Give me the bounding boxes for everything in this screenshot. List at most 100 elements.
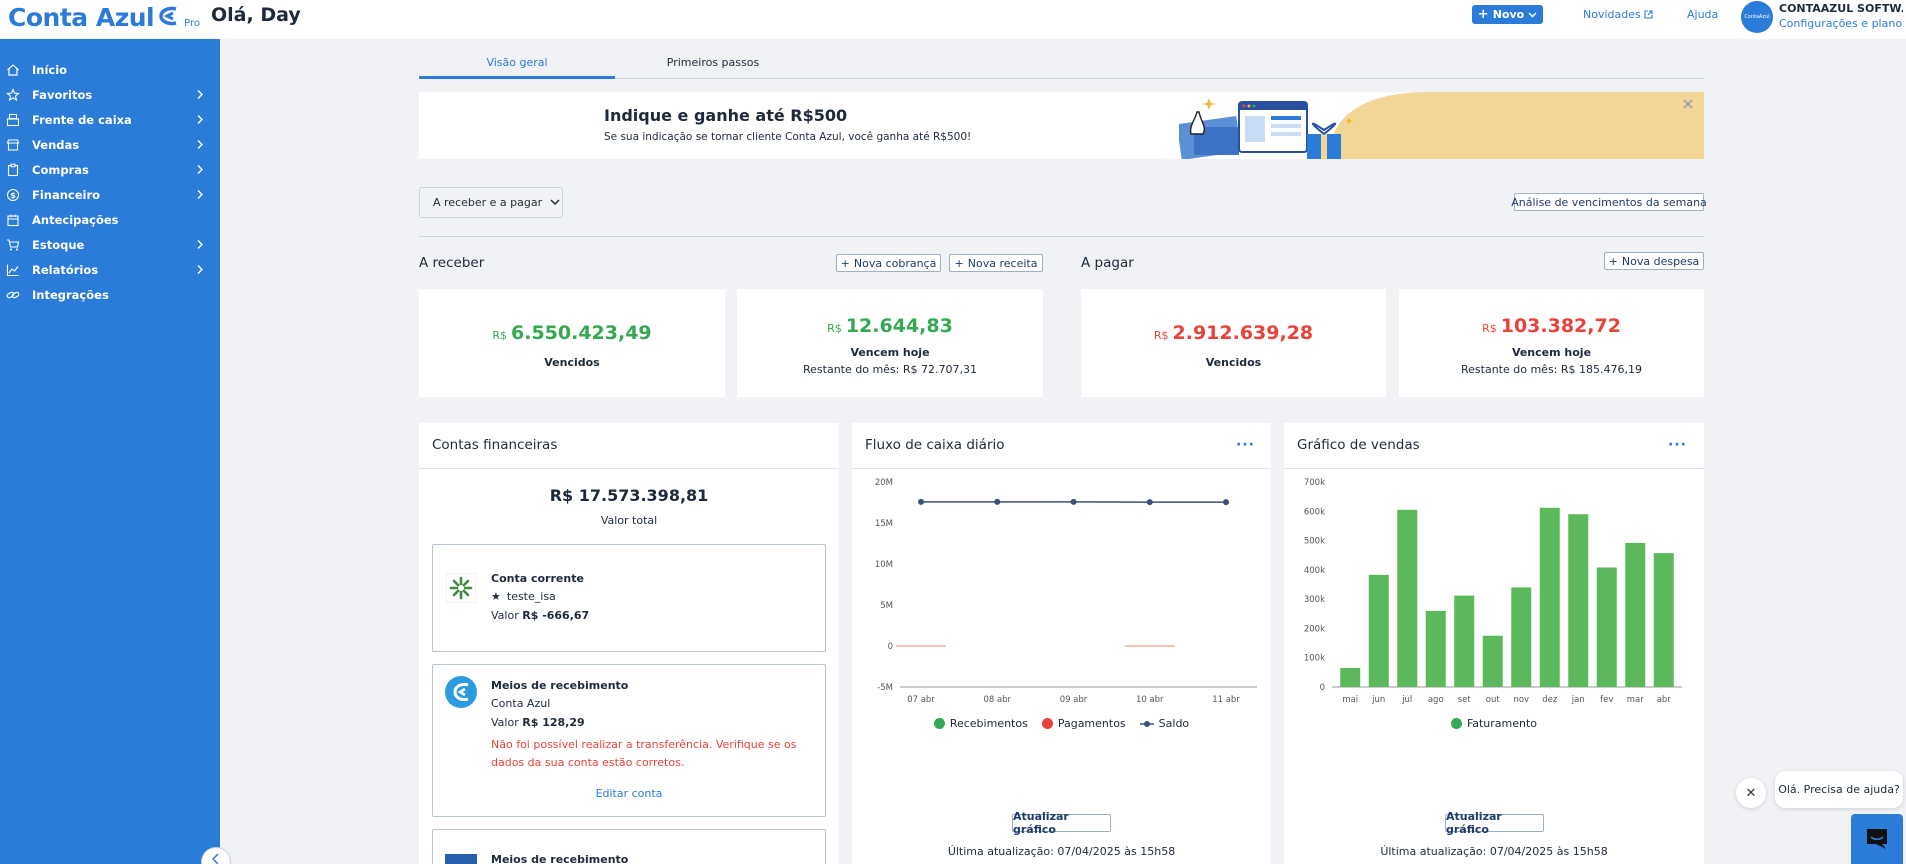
receivable-today-amount: R$ 12.644,83 <box>737 315 1043 337</box>
chevron-right-icon <box>197 265 203 274</box>
chat-bubble[interactable]: Olá. Precisa de ajuda? <box>1775 771 1903 808</box>
accounts-total-label: Valor total <box>600 514 658 527</box>
chat-close-button[interactable]: ✕ <box>1736 778 1766 808</box>
new-button-label: Novo <box>1492 8 1525 21</box>
payable-overdue-card[interactable]: R$ 2.912.639,28 Vencidos <box>1081 289 1386 397</box>
legend-label: Faturamento <box>1466 717 1538 730</box>
y-tick-label: 15M <box>875 519 893 529</box>
sales-bar <box>1511 587 1532 687</box>
sidebar-item-antecipacoes[interactable]: Antecipações <box>0 209 220 231</box>
sales-bar <box>1425 610 1446 687</box>
company-settings-link[interactable]: Configurações e plano <box>1779 17 1903 30</box>
account-card[interactable]: Meios de recebimento <box>432 829 826 864</box>
account-name: ★ teste_isa <box>491 590 556 603</box>
sidebar-item-financeiro[interactable]: $ Financeiro <box>0 184 220 206</box>
x-tick-label: 11 abr <box>1212 695 1240 705</box>
sales-bar <box>1340 667 1361 687</box>
new-charge-button[interactable]: + Nova cobrança <box>836 254 941 272</box>
sidebar-item-label: Início <box>32 63 68 77</box>
sidebar-item-favoritos[interactable]: Favoritos <box>0 84 220 106</box>
legend-label: Recebimentos <box>949 717 1028 730</box>
sidebar-item-estoque[interactable]: Estoque <box>0 234 220 256</box>
account-title: Meios de recebimento <box>491 853 629 864</box>
legend-item-faturamento[interactable]: Faturamento <box>1450 717 1538 730</box>
new-expense-label: Nova despesa <box>1621 254 1700 268</box>
legend-item-saldo[interactable]: Saldo <box>1139 717 1190 730</box>
legend-item-recebimentos[interactable]: Recebimentos <box>933 717 1028 730</box>
close-icon[interactable] <box>1681 97 1695 111</box>
sidebar-item-inicio[interactable]: Início <box>0 59 220 81</box>
legend-item-pagamentos[interactable]: Pagamentos <box>1041 717 1126 730</box>
sidebar-item-label: Antecipações <box>32 213 119 227</box>
balance-value: R$ -666,67 <box>522 609 590 622</box>
help-link[interactable]: Ajuda <box>1687 8 1718 21</box>
chevron-right-icon <box>197 165 203 174</box>
y-tick-label: 700k <box>1304 478 1325 488</box>
x-tick-label: abr <box>1657 695 1672 705</box>
account-card[interactable]: Meios de recebimento Conta Azul Valor R$… <box>432 664 826 817</box>
currency-label: R$ <box>492 329 507 342</box>
transfer-error-message: Não foi possível realizar a transferênci… <box>491 738 797 769</box>
update-chart-button[interactable]: Atualizar gráfico <box>1445 810 1544 836</box>
sidebar-item-label: Financeiro <box>32 188 101 202</box>
x-tick-label: nov <box>1513 695 1529 705</box>
news-link[interactable]: Novidades <box>1583 8 1653 21</box>
x-tick-label: out <box>1486 695 1501 705</box>
sales-bar <box>1482 635 1503 687</box>
payable-today-card[interactable]: R$ 103.382,72 Vencem hoje Restante do mês… <box>1399 289 1704 397</box>
sidebar-item-relatorios[interactable]: Relatórios <box>0 259 220 281</box>
plus-icon: + <box>954 256 964 270</box>
period-dropdown[interactable]: A receber e a pagar <box>419 187 563 218</box>
x-tick-label: jun <box>1371 695 1385 705</box>
week-analysis-label: Análise de vencimentos da semana <box>1511 195 1707 209</box>
company-menu[interactable]: CONTAAZUL SOFTW... Configurações e plano <box>1779 2 1903 30</box>
tab-primeiros-passos[interactable]: Primeiros passos <box>615 56 811 79</box>
saldo-point <box>994 498 1001 505</box>
y-tick-label: 400k <box>1304 566 1325 576</box>
sidebar-item-frente-de-caixa[interactable]: Frente de caixa <box>0 109 220 131</box>
banner-illustration <box>1179 92 1704 159</box>
cashflow-chart: 20M 15M 10M 5M 0 -5M 07 abr 08 abr 09 abr 10 abr 1… <box>875 478 1257 705</box>
receivable-today-card[interactable]: R$ 12.644,83 Vencem hoje Restante do mês:… <box>737 289 1043 397</box>
help-link-label: Ajuda <box>1687 8 1719 21</box>
week-analysis-button[interactable]: Análise de vencimentos da semana <box>1511 193 1707 211</box>
account-card[interactable]: Conta corrente ★ teste_isa Valor R$ -666,… <box>432 544 826 652</box>
account-logo <box>445 854 477 864</box>
chevron-right-icon <box>197 90 203 99</box>
tab-visao-geral[interactable]: Visão geral <box>419 56 615 79</box>
new-expense-button[interactable]: + Nova despesa <box>1604 252 1704 270</box>
update-chart-button[interactable]: Atualizar gráfico <box>1012 810 1111 836</box>
sales-bar <box>1568 514 1589 687</box>
sidebar-item-label: Integrações <box>32 288 109 302</box>
chat-button[interactable] <box>1851 814 1903 864</box>
greeting: Olá, Day <box>211 4 301 26</box>
accounts-total-value: R$ 17.573.398,81 <box>549 486 709 505</box>
y-tick-label: 300k <box>1304 595 1325 605</box>
avatar[interactable]: ContaAzul <box>1741 1 1773 33</box>
more-options-icon[interactable]: ··· <box>1668 437 1687 453</box>
receivable-overdue-card[interactable]: R$ 6.550.423,49 Vencidos <box>419 289 725 397</box>
receivable-title: A receber <box>419 255 485 271</box>
bank-logo-icon <box>446 573 476 603</box>
sidebar-item-integracoes[interactable]: Integrações <box>0 284 220 306</box>
chevron-right-icon <box>197 240 203 249</box>
panel-title: Gráfico de vendas <box>1297 437 1420 453</box>
star-icon[interactable]: ★ <box>491 590 501 603</box>
new-revenue-button[interactable]: + Nova receita <box>949 254 1043 272</box>
chevron-left-icon <box>211 853 219 864</box>
last-update-text: Última atualização: 07/04/2025 às 15h58 <box>947 845 1176 858</box>
sidebar-item-compras[interactable]: Compras <box>0 159 220 181</box>
account-balance: Valor R$ 128,29 <box>491 716 585 729</box>
legend-label: Saldo <box>1158 717 1190 730</box>
new-button[interactable]: + Novo <box>1472 5 1543 24</box>
sidebar-item-label: Estoque <box>32 238 85 252</box>
edit-account-link[interactable]: Editar conta <box>433 787 825 800</box>
more-options-icon[interactable]: ··· <box>1236 437 1255 453</box>
external-link-icon <box>1644 10 1653 19</box>
sidebar-item-vendas[interactable]: Vendas <box>0 134 220 156</box>
conta-azul-logo[interactable]: Conta Azul Pro <box>8 2 200 32</box>
payable-today-amount: R$ 103.382,72 <box>1399 315 1704 337</box>
sidebar-collapse-button[interactable] <box>201 847 231 864</box>
referral-banner[interactable]: Indique e ganhe até R$500 Se sua indicaç… <box>419 92 1704 159</box>
sales-bar <box>1454 595 1475 687</box>
